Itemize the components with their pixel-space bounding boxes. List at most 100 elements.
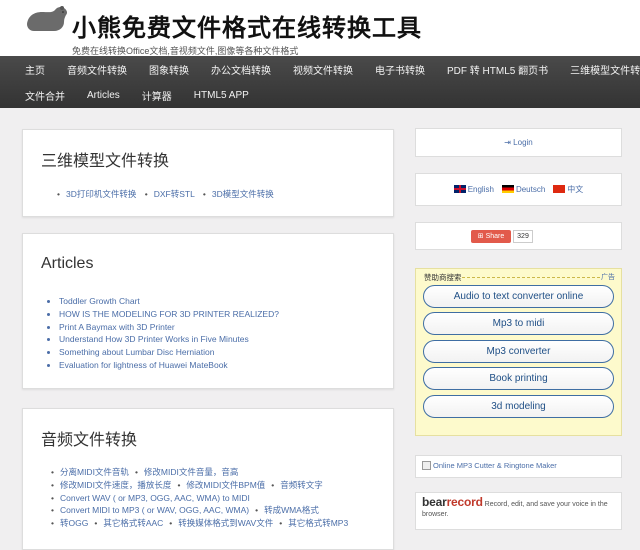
list-item[interactable]: Toddler Growth Chart: [59, 295, 279, 308]
lang-label: 中文: [567, 185, 584, 194]
nav-item-pdf-html5[interactable]: PDF 转 HTML5 翻页书: [436, 62, 559, 77]
site-header: 小熊免费文件格式在线转换工具 免费在线转换Office文档,音视频文件,图像等各…: [0, 0, 640, 56]
bullet-dot: •: [51, 492, 54, 503]
link-wav-to-midi[interactable]: Convert WAV ( or MP3, OGG, AAC, WMA) to …: [60, 493, 250, 503]
link-dxf-stl[interactable]: DXF转STL: [154, 189, 195, 199]
bullet-dot: •: [271, 479, 275, 490]
plus-icon: ⊞: [477, 233, 484, 240]
link-to-wav[interactable]: 转换媒体格式到WAV文件: [178, 518, 273, 528]
login-widget: ⇥ Login: [415, 128, 622, 157]
nav-item-ebook[interactable]: 电子书转换: [364, 62, 436, 77]
lang-deutsch[interactable]: Deutsch: [501, 185, 546, 194]
list-item[interactable]: Understand How 3D Printer Works in Five …: [59, 333, 279, 346]
ad-button[interactable]: Mp3 converter: [423, 340, 614, 363]
nav-item-video[interactable]: 视频文件转换: [282, 62, 364, 77]
ad-button[interactable]: Audio to text converter online: [423, 285, 614, 308]
link-to-aac[interactable]: 其它格式转AAC: [103, 518, 163, 528]
link-midi-volume[interactable]: 修改MIDI文件音量，音高: [144, 467, 238, 477]
mp3-cutter-link[interactable]: Online MP3 Cutter & Ringtone Maker: [433, 461, 557, 470]
audio-line-2: • 修改MIDI文件速度，播放长度 • 修改MIDI文件BPM值 • 音频转文字: [51, 479, 348, 492]
nav-item-audio[interactable]: 音频文件转换: [56, 62, 138, 77]
ad-button[interactable]: Book printing: [423, 367, 614, 390]
model-link-list: • 3D打印机文件转换 • DXF转STL • 3D模型文件转换: [51, 188, 274, 200]
list-item[interactable]: Something about Lumbar Disc Herniation: [59, 346, 279, 359]
german-flag-icon: [501, 185, 514, 193]
link-to-wma[interactable]: 转成WMA格式: [264, 505, 319, 515]
nav-item-articles[interactable]: Articles: [76, 90, 131, 101]
card-articles: Articles Toddler Growth Chart HOW IS THE…: [22, 233, 394, 389]
bearrecord-description: bearrecord Record, edit, and save your v…: [422, 495, 608, 518]
bullet-dot: •: [51, 479, 54, 490]
bullet-dot: •: [202, 189, 206, 199]
bearrecord-logo[interactable]: bearrecord: [422, 495, 483, 509]
bullet-dot: •: [51, 518, 54, 529]
articles-list: Toddler Growth Chart HOW IS THE MODELING…: [59, 295, 279, 372]
sponsored-search: 赞助商搜索 广告 Audio to text converter online …: [415, 268, 622, 436]
lang-chinese[interactable]: 中文: [553, 184, 583, 195]
nav-item-merge[interactable]: 文件合并: [14, 88, 76, 103]
bearrecord-widget[interactable]: bearrecord Record, edit, and save your v…: [415, 492, 622, 530]
broken-image-icon: [422, 461, 431, 470]
audio-link-list: • 分离MIDI文件音轨 • 修改MIDI文件音量，音高 • 修改MIDI文件速度，播放…: [51, 466, 348, 530]
nav-item-calculator[interactable]: 计算器: [131, 88, 183, 103]
china-flag-icon: [553, 185, 566, 193]
bullet-dot: •: [144, 189, 148, 199]
site-title[interactable]: 小熊免费文件格式在线转换工具: [72, 8, 422, 43]
link-midi-bpm[interactable]: 修改MIDI文件BPM值: [186, 480, 265, 490]
link-midi-to-mp3[interactable]: Convert MIDI to MP3 ( or WAV, OGG, AAC, …: [60, 505, 249, 515]
link-3d-printer[interactable]: 3D打印机文件转换: [66, 189, 136, 199]
link-3d-model[interactable]: 3D模型文件转换: [212, 189, 274, 199]
bullet-dot: •: [51, 467, 54, 477]
bullet-dot: •: [51, 505, 54, 516]
share-count: 329: [513, 230, 533, 243]
card-title: 音频文件转换: [41, 432, 138, 449]
card-3d-model: 三维模型文件转换 • 3D打印机文件转换 • DXF转STL • 3D模型文件转换: [22, 129, 394, 217]
audio-line-1: • 分离MIDI文件音轨 • 修改MIDI文件音量，音高: [51, 466, 348, 479]
bullet-dot: •: [57, 189, 60, 199]
nav-row-2: 文件合并 Articles 计算器 HTML5 APP: [0, 82, 640, 108]
card-title: Articles: [41, 255, 94, 272]
nav-item-image[interactable]: 图象转换: [138, 62, 200, 77]
list-item[interactable]: Print A Baymax with 3D Printer: [59, 321, 279, 334]
mp3-cutter-widget: Online MP3 Cutter & Ringtone Maker: [415, 455, 622, 478]
bullet-dot: •: [279, 518, 283, 529]
ads-title: 赞助商搜索: [424, 273, 462, 282]
lang-label: English: [467, 185, 494, 194]
nav-item-html5-app[interactable]: HTML5 APP: [183, 90, 260, 101]
nav-row-1: 主页 音频文件转换 图象转换 办公文档转换 视频文件转换 电子书转换 PDF 转…: [0, 56, 640, 82]
bullet-dot: •: [177, 479, 181, 490]
bullet-dot: •: [255, 505, 259, 516]
bullet-dot: •: [94, 518, 98, 529]
link-audio-to-text[interactable]: 音频转文字: [280, 480, 323, 490]
ads-badge[interactable]: 广告: [601, 272, 615, 282]
link-to-ogg[interactable]: 转OGG: [60, 518, 88, 528]
language-widget: English Deutsch 中文: [415, 173, 622, 206]
share-label: Share: [485, 233, 505, 240]
list-item[interactable]: Evaluation for lightness of Huawei MateB…: [59, 359, 279, 372]
nav-item-office[interactable]: 办公文档转换: [200, 62, 282, 77]
card-audio: 音频文件转换 • 分离MIDI文件音轨 • 修改MIDI文件音量，音高 • 修改MIDI…: [22, 408, 394, 550]
link-to-mp3[interactable]: 其它格式转MP3: [288, 518, 348, 528]
nav-item-home[interactable]: 主页: [14, 62, 56, 77]
ads-divider: [462, 277, 600, 278]
ad-button[interactable]: Mp3 to midi: [423, 312, 614, 335]
link-midi-speed[interactable]: 修改MIDI文件速度，播放长度: [60, 480, 171, 490]
card-title: 三维模型文件转换: [41, 153, 170, 170]
lang-label: Deutsch: [515, 185, 546, 194]
ad-button[interactable]: 3d modeling: [423, 395, 614, 418]
lang-english[interactable]: English: [453, 185, 494, 194]
login-link[interactable]: Login: [513, 138, 533, 147]
nav-item-3d-model[interactable]: 三维模型文件转换: [559, 62, 640, 77]
bullet-dot: •: [134, 467, 138, 477]
bear-logo-icon[interactable]: [24, 4, 70, 34]
share-widget: ⊞ Share 329: [415, 222, 622, 250]
login-icon: ⇥: [504, 138, 511, 147]
link-split-midi[interactable]: 分离MIDI文件音轨: [60, 467, 129, 477]
audio-line-3: • Convert WAV ( or MP3, OGG, AAC, WMA) to…: [51, 492, 348, 505]
main-nav: 主页 音频文件转换 图象转换 办公文档转换 视频文件转换 电子书转换 PDF 转…: [0, 56, 640, 108]
uk-flag-icon: [453, 185, 466, 193]
bullet-dot: •: [169, 518, 173, 529]
share-button[interactable]: ⊞ Share: [471, 230, 511, 243]
list-item[interactable]: HOW IS THE MODELING FOR 3D PRINTER REALI…: [59, 308, 279, 321]
audio-line-4: • Convert MIDI to MP3 ( or WAV, OGG, AAC,…: [51, 504, 348, 517]
